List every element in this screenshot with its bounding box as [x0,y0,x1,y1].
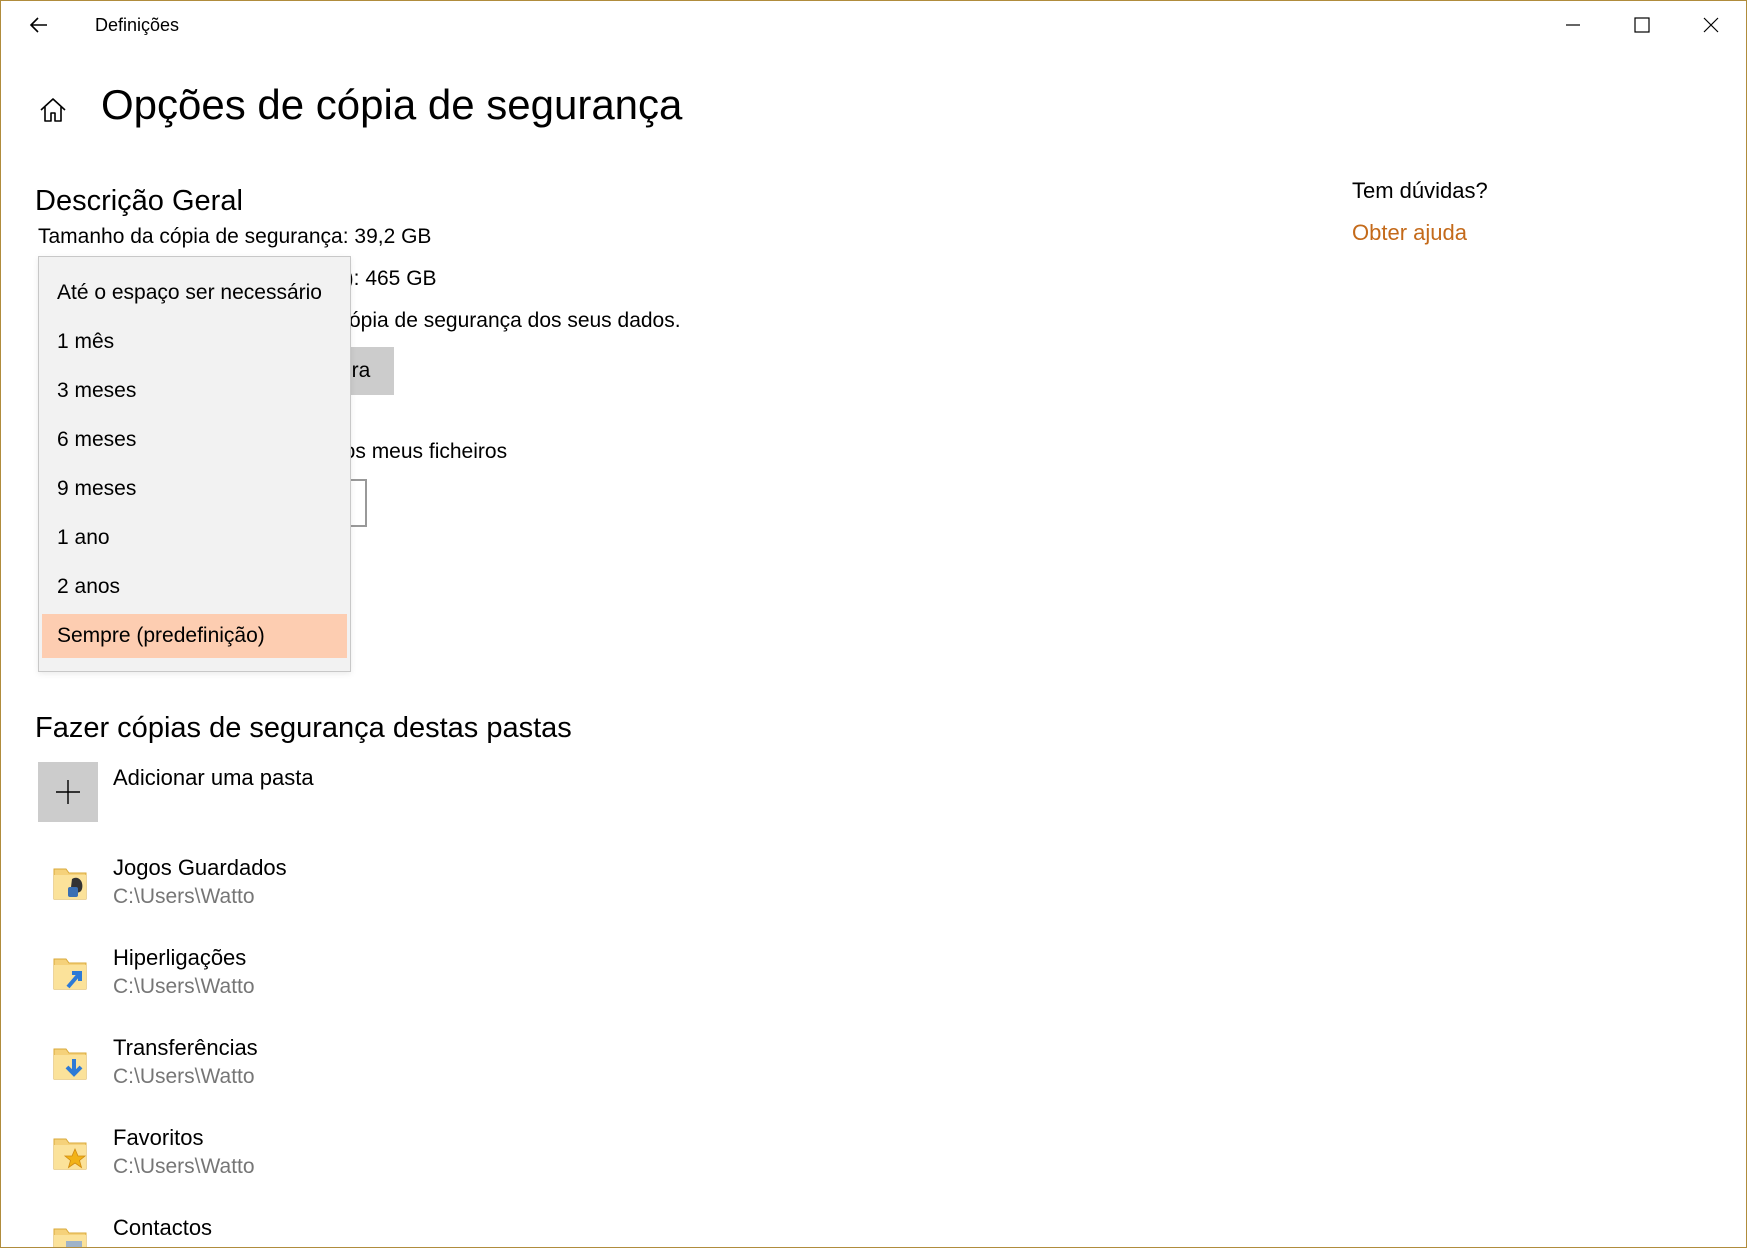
folder-path: C:\Users\Watto [113,975,255,998]
add-folder-button[interactable] [38,762,98,822]
folder-path: C:\Users\Watto [113,1065,255,1088]
favorites-folder-icon [53,1138,87,1170]
folder-item[interactable]: Favoritos C:\Users\Watto [38,1125,738,1205]
folder-name: Contactos [113,1215,213,1240]
maximize-icon [1634,17,1650,33]
dropdown-option-selected[interactable]: Sempre (predefinição) [42,614,347,658]
folder-name: Jogos Guardados [113,855,287,880]
downloads-folder-icon [53,1048,87,1080]
keep-backups-dropdown: Até o espaço ser necessário 1 mês 3 mese… [38,256,351,672]
folder-name: Hiperligações [113,945,247,970]
back-arrow-icon [29,17,47,33]
get-help-link[interactable]: Obter ajuda [1352,220,1467,246]
overview-heading: Descrição Geral [35,185,243,217]
close-button[interactable] [1681,7,1741,43]
folder-name: Favoritos [113,1125,204,1150]
minimize-button[interactable] [1543,7,1603,43]
dropdown-option[interactable]: Até o espaço ser necessário [42,271,347,315]
settings-window: Definições Opções de cópia de segurança … [0,0,1747,1248]
dropdown-option[interactable]: 1 ano [42,516,347,560]
folder-path: C:\Users\Watto [113,885,255,908]
plus-icon [56,780,80,804]
folder-path: C:\Users\Watto [113,1155,255,1178]
folder-name: Transferências [113,1035,258,1060]
links-folder-icon [53,958,87,990]
dropdown-option[interactable]: 9 meses [42,467,347,511]
back-button[interactable] [25,11,53,39]
folder-item[interactable]: Contactos [38,1215,738,1247]
page-title: Opções de cópia de segurança [101,81,683,128]
help-heading: Tem dúvidas? [1352,178,1488,203]
add-folder-label[interactable]: Adicionar uma pasta [113,765,314,791]
title-bar: Definições [1,1,1746,49]
contacts-folder-icon [53,1228,87,1247]
dropdown-option[interactable]: 3 meses [42,369,347,413]
folders-heading: Fazer cópias de segurança destas pastas [35,712,572,744]
folder-item[interactable]: Hiperligações C:\Users\Watto [38,945,738,1025]
home-button[interactable] [37,94,69,126]
folder-item[interactable]: Jogos Guardados C:\Users\Watto [38,855,738,935]
home-icon [40,98,66,122]
backup-size-text: Tamanho da cópia de segurança: 39,2 GB [38,225,432,248]
close-icon [1703,17,1719,33]
dropdown-option[interactable]: 1 mês [42,320,347,364]
dropdown-option[interactable]: 2 anos [42,565,347,609]
minimize-icon [1566,24,1580,26]
dropdown-option[interactable]: 6 meses [42,418,347,462]
maximize-button[interactable] [1612,7,1672,43]
window-title: Definições [95,15,180,35]
saved-games-folder-icon [53,868,87,900]
folder-item[interactable]: Transferências C:\Users\Watto [38,1035,738,1115]
